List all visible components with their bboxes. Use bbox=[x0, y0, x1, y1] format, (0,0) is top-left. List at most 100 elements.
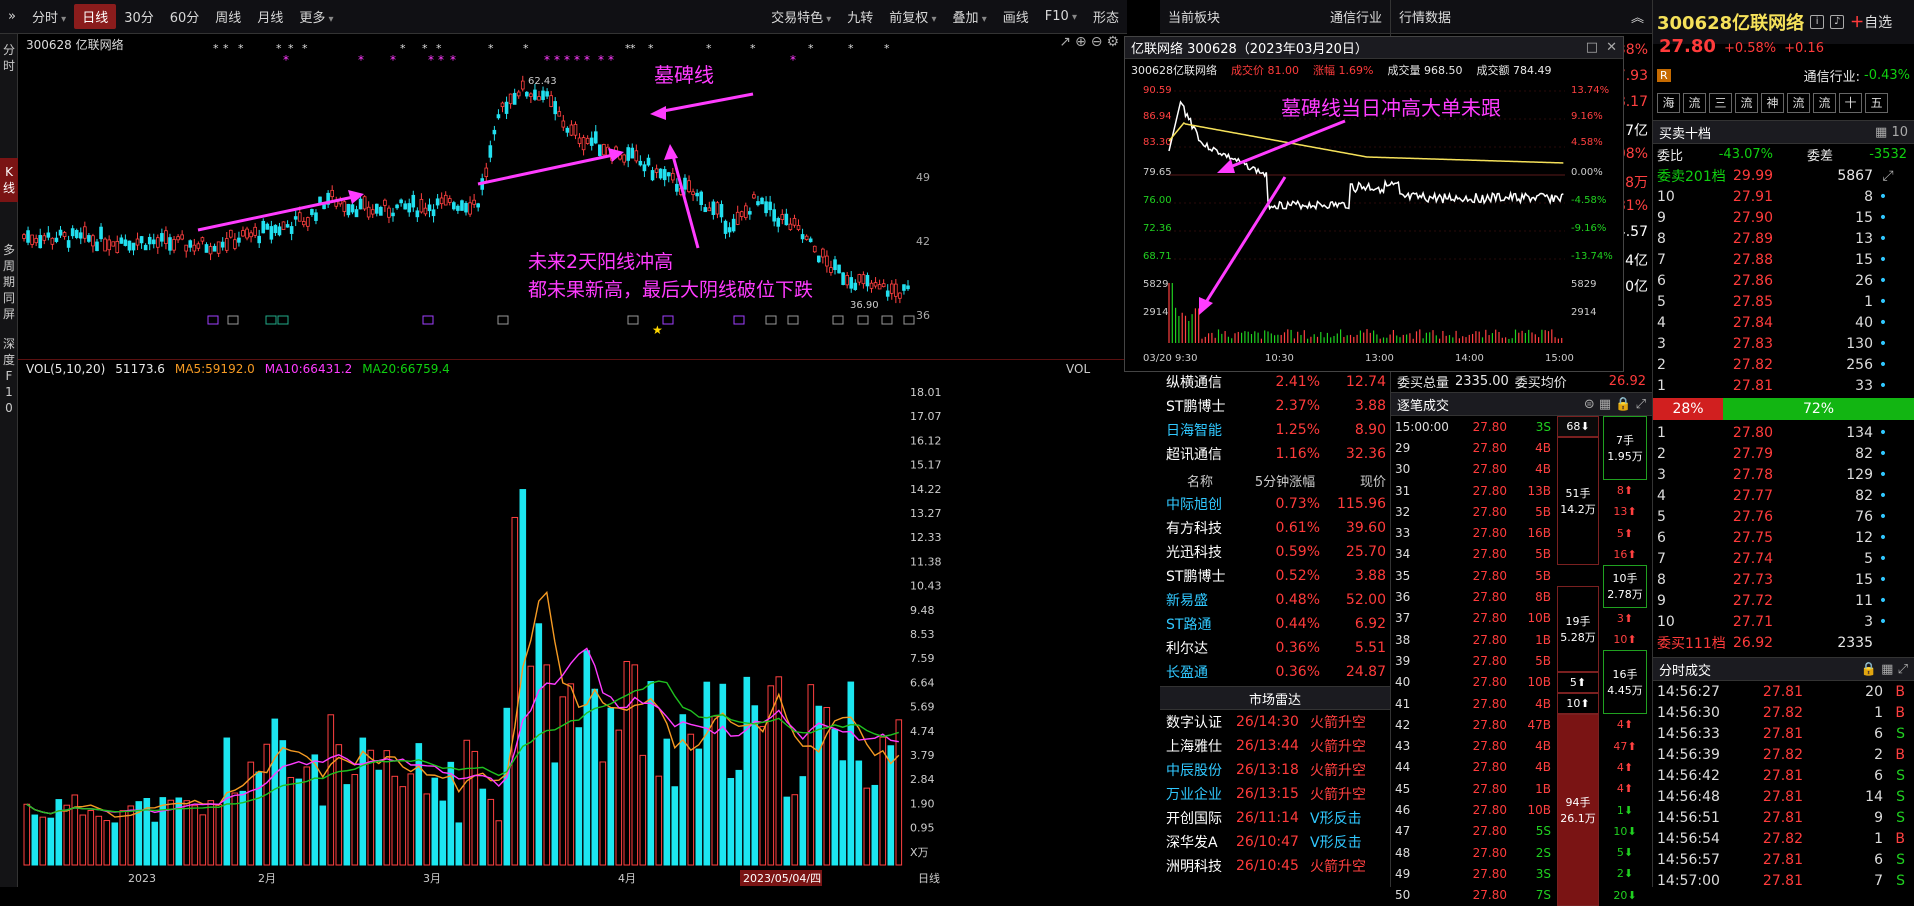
fast-row[interactable]: 中际旭创 0.73% 115.96 bbox=[1160, 492, 1390, 516]
signal-star-mark-magenta: * bbox=[554, 53, 560, 67]
view-f10-1[interactable]: F bbox=[0, 368, 18, 384]
signal-badge[interactable]: 三 bbox=[1709, 93, 1732, 113]
f10-button[interactable]: F10 bbox=[1037, 6, 1085, 27]
signal-badge[interactable]: 海 bbox=[1657, 93, 1680, 113]
view-depth-1[interactable]: 深 bbox=[0, 336, 18, 352]
view-multi-2[interactable]: 周 bbox=[0, 258, 18, 274]
volume-bar bbox=[807, 684, 815, 866]
fast-row[interactable]: 光迅科技 0.59% 25.70 bbox=[1160, 540, 1390, 564]
sell-level-row[interactable]: 7 27.88 15 • bbox=[1653, 249, 1914, 270]
signal-badge[interactable]: 流 bbox=[1813, 93, 1836, 113]
sell-level-row[interactable]: 4 27.84 40 • bbox=[1653, 312, 1914, 333]
view-depth-2[interactable]: 度 bbox=[0, 352, 18, 368]
sell-level-row[interactable]: 6 27.86 26 • bbox=[1653, 270, 1914, 291]
tab-daily[interactable]: 日线 bbox=[74, 4, 117, 29]
collapse-icon[interactable]: ︽ bbox=[1631, 7, 1644, 26]
buy-level-row[interactable]: 3 27.78 129 • bbox=[1653, 464, 1914, 485]
expand-icon[interactable]: » bbox=[0, 6, 24, 27]
buy-level-row[interactable]: 9 27.72 11 • bbox=[1653, 590, 1914, 611]
buy-level-row[interactable]: 7 27.74 5 • bbox=[1653, 548, 1914, 569]
trade-features-button[interactable]: 交易特色 bbox=[763, 4, 839, 29]
view-fenshi-1[interactable]: 分 bbox=[0, 42, 18, 58]
nine-turn-button[interactable]: 九转 bbox=[839, 4, 881, 29]
signal-badge[interactable]: 五 bbox=[1865, 93, 1888, 113]
fast-row[interactable]: 长盈通 0.36% 24.87 bbox=[1160, 660, 1390, 684]
fast-row[interactable]: 利尔达 0.36% 5.51 bbox=[1160, 636, 1390, 660]
signal-badge[interactable]: 流 bbox=[1735, 93, 1758, 113]
bell-icon[interactable]: ♪ bbox=[1830, 15, 1845, 29]
intraday-y-right: -13.74% bbox=[1571, 251, 1613, 262]
info-icon[interactable]: i bbox=[1810, 15, 1825, 29]
candle-body bbox=[707, 207, 712, 212]
radar-row[interactable]: 万业企业 26/13:15 火箭升空 bbox=[1160, 782, 1390, 806]
sell-level-row[interactable]: 3 27.83 130 • bbox=[1653, 333, 1914, 354]
fast-row[interactable]: 新易盛 0.48% 52.00 bbox=[1160, 588, 1390, 612]
view-f10-3[interactable]: 0 bbox=[0, 400, 18, 416]
volume-bar bbox=[799, 776, 807, 866]
intraday-popup[interactable]: 亿联网络 300628（2023年03月20日） □ ✕ 300628亿联网络 成交… bbox=[1124, 36, 1624, 372]
view-multi-1[interactable]: 多 bbox=[0, 242, 18, 258]
buy-level-row[interactable]: 10 27.71 3 • bbox=[1653, 611, 1914, 632]
radar-row[interactable]: 深华发A 26/10:47 V形反击 bbox=[1160, 830, 1390, 854]
radar-row[interactable]: 上海雅仕 26/13:44 火箭升空 bbox=[1160, 734, 1390, 758]
candle-body bbox=[123, 239, 128, 246]
view-multi-4[interactable]: 同 bbox=[0, 290, 18, 306]
industry-pct: -0.43% bbox=[1864, 68, 1910, 83]
sell-level-row[interactable]: 8 27.89 13 • bbox=[1653, 228, 1914, 249]
restore-icon[interactable]: □ bbox=[1586, 40, 1598, 55]
buy-level-row[interactable]: 1 27.80 134 • bbox=[1653, 422, 1914, 443]
tab-current-sector[interactable]: 当前板块 bbox=[1168, 7, 1220, 26]
radar-row[interactable]: 开创国际 26/11:14 V形反击 bbox=[1160, 806, 1390, 830]
tab-more[interactable]: 更多 bbox=[291, 4, 341, 29]
sell-level-row[interactable]: 10 27.91 8 • bbox=[1653, 186, 1914, 207]
draw-line-button[interactable]: 画线 bbox=[995, 4, 1037, 29]
fast-row[interactable]: 有方科技 0.61% 39.60 bbox=[1160, 516, 1390, 540]
sell-level-row[interactable]: 2 27.82 256 • bbox=[1653, 354, 1914, 375]
buy-level-row[interactable]: 5 27.76 76 • bbox=[1653, 506, 1914, 527]
sell-level-row[interactable]: 9 27.90 15 • bbox=[1653, 207, 1914, 228]
sector-row[interactable]: ST鹏博士 2.37% 3.88 bbox=[1160, 394, 1390, 418]
kline-panel[interactable]: 300628 亿联网络 ↗⊕⊖⚙ 49 42 36 墓碑线 62.43 36.9… bbox=[18, 34, 1127, 360]
view-multi-3[interactable]: 期 bbox=[0, 274, 18, 290]
view-f10-2[interactable]: 1 bbox=[0, 384, 18, 400]
candle-body bbox=[525, 91, 529, 97]
tab-30min[interactable]: 30分 bbox=[116, 4, 162, 29]
buy-level-row[interactable]: 4 27.77 82 • bbox=[1653, 485, 1914, 506]
pattern-button[interactable]: 形态 bbox=[1085, 4, 1127, 29]
fast-row[interactable]: ST鹏博士 0.52% 3.88 bbox=[1160, 564, 1390, 588]
tab-weekly[interactable]: 周线 bbox=[207, 4, 249, 29]
tab-telecom[interactable]: 通信行业 bbox=[1330, 7, 1382, 26]
radar-row[interactable]: 数字认证 26/14:30 火箭升空 bbox=[1160, 710, 1390, 734]
event-marker-icon bbox=[422, 315, 434, 325]
volume-bar bbox=[879, 736, 887, 866]
buy-level-row[interactable]: 6 27.75 12 • bbox=[1653, 527, 1914, 548]
view-multi-5[interactable]: 屏 bbox=[0, 306, 18, 322]
adjust-button[interactable]: 前复权 bbox=[881, 4, 944, 29]
signal-badge[interactable]: 流 bbox=[1787, 93, 1810, 113]
sell-level-row[interactable]: 5 27.85 1 • bbox=[1653, 291, 1914, 312]
sell-level-row[interactable]: 1 27.81 33 • bbox=[1653, 375, 1914, 396]
tab-monthly[interactable]: 月线 bbox=[249, 4, 291, 29]
signal-badge[interactable]: 流 bbox=[1683, 93, 1706, 113]
fast-row[interactable]: ST路通 0.44% 6.92 bbox=[1160, 612, 1390, 636]
overlay-button[interactable]: 叠加 bbox=[945, 4, 995, 29]
close-icon[interactable]: ✕ bbox=[1606, 40, 1617, 55]
sector-row[interactable]: 超讯通信 1.16% 32.36 bbox=[1160, 442, 1390, 466]
buy-level-row[interactable]: 2 27.79 82 • bbox=[1653, 443, 1914, 464]
signal-badge[interactable]: 十 bbox=[1839, 93, 1862, 113]
sector-row[interactable]: 日海智能 1.25% 8.90 bbox=[1160, 418, 1390, 442]
tab-minute[interactable]: 分时 bbox=[24, 4, 74, 29]
radar-row[interactable]: 中辰股份 26/13:18 火箭升空 bbox=[1160, 758, 1390, 782]
buy-level-row[interactable]: 8 27.73 15 • bbox=[1653, 569, 1914, 590]
candle-body bbox=[26, 230, 30, 243]
kline-controls-icon[interactable]: ↗⊕⊖⚙ bbox=[1059, 34, 1123, 50]
view-fenshi-2[interactable]: 时 bbox=[0, 58, 18, 74]
radar-row[interactable]: 洲明科技 26/10:45 火箭升空 bbox=[1160, 854, 1390, 878]
view-kline[interactable]: K线 bbox=[0, 158, 18, 202]
signal-badge[interactable]: 神 bbox=[1761, 93, 1784, 113]
tab-60min[interactable]: 60分 bbox=[162, 4, 208, 29]
volume-panel[interactable]: VOL(5,10,20) 51173.6 MA5:59192.0 MA10:66… bbox=[18, 360, 1127, 887]
candle-body bbox=[119, 237, 124, 244]
add-watch-button[interactable]: ＋自选 bbox=[1850, 12, 1892, 32]
event-marker-icon bbox=[265, 315, 277, 325]
